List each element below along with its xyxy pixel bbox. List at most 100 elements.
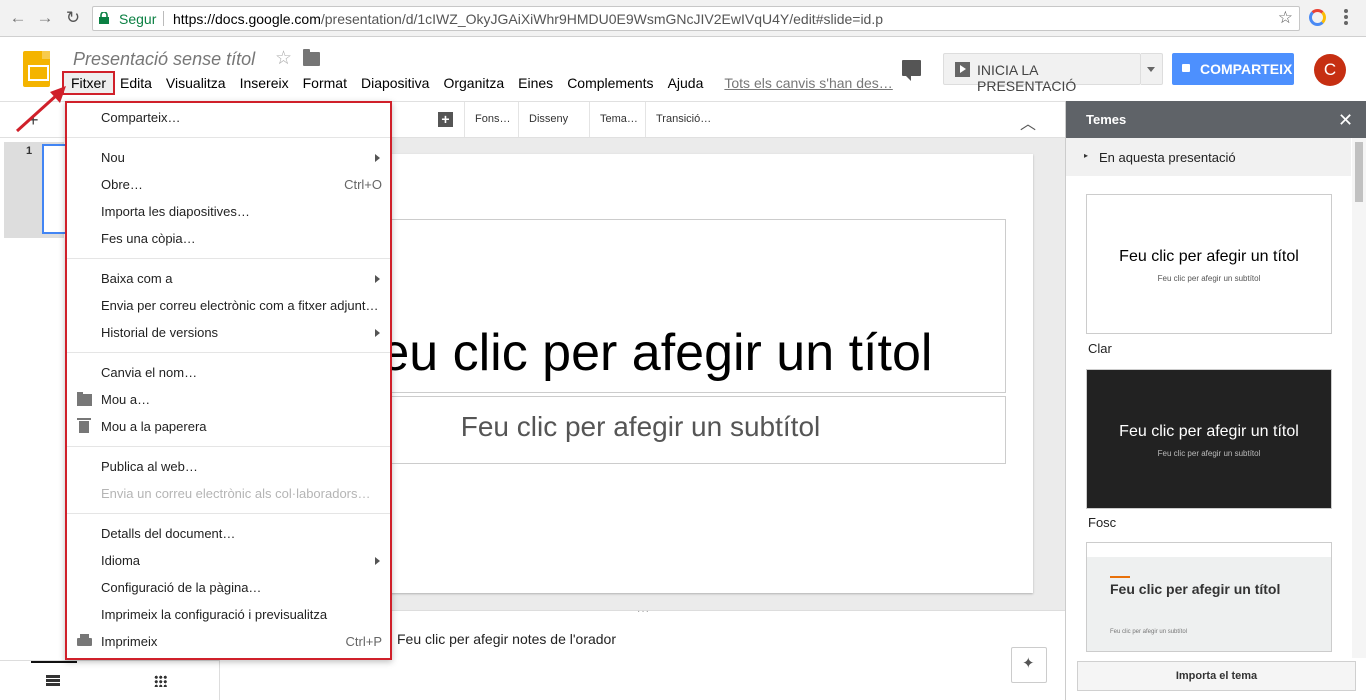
share-button[interactable]: COMPARTEIX [1172, 53, 1294, 85]
folder-icon [77, 392, 92, 406]
menu-item-open[interactable]: Obre… Ctrl+O [67, 174, 390, 196]
grid-view-icon[interactable] [154, 675, 167, 687]
theme-card-dark[interactable]: Feu clic per afegir un títol Feu clic pe… [1086, 369, 1332, 509]
star-icon[interactable]: ☆ [275, 47, 292, 70]
themes-section-header[interactable]: ▸ En aquesta presentació [1066, 138, 1351, 176]
menu-separator [67, 258, 390, 259]
menu-item-page-setup[interactable]: Configuració de la pàgina… [67, 577, 390, 599]
secure-label: Segur [119, 11, 157, 27]
browser-toolbar: ← → ↻ Segur https://docs.google.com/pres… [0, 0, 1366, 37]
menu-item-email-attachment[interactable]: Envia per correu electrònic com a fitxer… [67, 295, 390, 317]
menu-item-label: Publica al web… [101, 459, 198, 474]
menu-item-move-to-trash[interactable]: Mou a la paperera [67, 416, 390, 438]
comments-icon[interactable] [902, 60, 921, 81]
file-menu: Comparteix… Nou Obre… Ctrl+O Importa les … [65, 101, 392, 660]
menubar: Fitxer Edita Visualitza Insereix Format Diapo… [62, 71, 893, 95]
menu-item-make-copy[interactable]: Fes una còpia… [67, 228, 390, 250]
menu-item-share[interactable]: Comparteix… [67, 107, 390, 129]
bookmark-star-icon[interactable]: ☆ [1278, 8, 1293, 28]
menu-item-label: Envia per correu electrònic com a fitxer… [101, 298, 379, 313]
collapse-toolbar-icon[interactable]: ︿ [1020, 110, 1036, 134]
app-header: Presentació sense títol ☆ Fitxer Edita Vis… [0, 37, 1366, 101]
menu-addons[interactable]: Complements [560, 73, 660, 93]
import-theme-button[interactable]: Importa el tema [1077, 661, 1356, 691]
browser-menu-icon[interactable] [1343, 8, 1349, 28]
theme-card-subtitle: Feu clic per afegir un subtítol [1157, 449, 1261, 458]
back-icon[interactable]: ← [8, 8, 28, 28]
menu-separator [67, 513, 390, 514]
slide-number: 1 [26, 145, 33, 157]
add-comment-icon[interactable]: + [438, 112, 453, 127]
present-dropdown-icon[interactable] [1141, 53, 1163, 85]
themes-header: Temes ✕ [1066, 101, 1366, 138]
menu-item-version-history[interactable]: Historial de versions [67, 322, 390, 344]
view-toggles [0, 660, 220, 700]
address-bar[interactable]: Segur https://docs.google.com/presentati… [92, 6, 1300, 31]
triangle-right-icon: ▸ [1084, 151, 1089, 160]
menu-item-label: Comparteix… [101, 110, 181, 125]
menu-item-label: Obre… [101, 177, 143, 192]
menu-edit[interactable]: Edita [113, 73, 159, 93]
menu-item-publish-web[interactable]: Publica al web… [67, 456, 390, 478]
explore-icon[interactable] [1011, 647, 1047, 683]
printer-icon [77, 634, 92, 646]
theme-button[interactable]: Tema… [589, 102, 648, 137]
resize-grip-icon[interactable]: ··· [637, 606, 650, 617]
menu-slide[interactable]: Diapositiva [354, 73, 436, 93]
url-text[interactable]: https://docs.google.com/presentation/d/1… [173, 11, 883, 27]
scrollbar[interactable] [1352, 138, 1366, 658]
themes-panel: Temes ✕ ▸ En aquesta presentació Feu cli… [1065, 101, 1366, 700]
slides-logo-icon[interactable] [23, 51, 50, 87]
background-button[interactable]: Fons… [464, 102, 520, 137]
menu-item-label: Detalls del document… [101, 526, 236, 541]
themes-section-label: En aquesta presentació [1099, 150, 1236, 165]
menu-item-print-settings[interactable]: Imprimeix la configuració i previsualitz… [67, 604, 390, 626]
share-label: COMPARTEIX [1200, 61, 1293, 77]
theme-card-light[interactable]: Feu clic per afegir un títol Feu clic pe… [1086, 194, 1332, 334]
menu-insert[interactable]: Insereix [233, 73, 296, 93]
document-title[interactable]: Presentació sense títol [73, 49, 255, 70]
theme-card-title: Feu clic per afegir un títol [1119, 423, 1299, 440]
theme-card-header-strip [1087, 543, 1331, 557]
transition-button[interactable]: Transició… [645, 102, 721, 137]
menu-item-label: Nou [101, 150, 125, 165]
menu-separator [67, 446, 390, 447]
menu-item-label: Configuració de la pàgina… [101, 580, 262, 595]
menu-tools[interactable]: Eines [511, 73, 560, 93]
menu-item-move-to[interactable]: Mou a… [67, 389, 390, 411]
folder-icon[interactable] [303, 49, 320, 66]
play-icon [955, 62, 970, 77]
avatar[interactable]: C [1314, 54, 1346, 86]
reload-icon[interactable]: ↻ [63, 8, 83, 28]
menu-separator [67, 352, 390, 353]
menu-format[interactable]: Format [296, 73, 354, 93]
menu-item-label: Mou a… [101, 392, 151, 407]
save-status[interactable]: Tots els canvis s'han des… [724, 75, 892, 91]
extension-icon[interactable] [1309, 9, 1326, 26]
trash-icon [77, 418, 91, 433]
menu-item-import-slides[interactable]: Importa les diapositives… [67, 201, 390, 223]
submenu-arrow-icon [375, 154, 380, 162]
list-view-icon[interactable] [46, 675, 60, 686]
forward-icon[interactable]: → [35, 8, 55, 28]
menu-item-rename[interactable]: Canvia el nom… [67, 362, 390, 384]
theme-card-simple[interactable]: Feu clic per afegir un títol Feu clic pe… [1086, 542, 1332, 652]
present-button[interactable]: INICIA LA PRESENTACIÓ [943, 53, 1141, 94]
menu-item-language[interactable]: Idioma [67, 550, 390, 572]
submenu-arrow-icon [375, 329, 380, 337]
submenu-arrow-icon [375, 275, 380, 283]
close-icon[interactable]: ✕ [1338, 110, 1353, 131]
theme-name: Clar [1088, 341, 1112, 356]
menu-item-print[interactable]: Imprimeix Ctrl+P [67, 631, 390, 653]
layout-button[interactable]: Disseny [518, 102, 578, 137]
menu-item-label: Baixa com a [101, 271, 173, 286]
lock-icon [1182, 64, 1190, 72]
active-view-indicator [31, 661, 77, 663]
menu-item-label: Importa les diapositives… [101, 204, 250, 219]
menu-item-document-details[interactable]: Detalls del document… [67, 523, 390, 545]
menu-arrange[interactable]: Organitza [436, 73, 511, 93]
menu-view[interactable]: Visualitza [159, 73, 233, 93]
menu-item-download-as[interactable]: Baixa com a [67, 268, 390, 290]
menu-help[interactable]: Ajuda [661, 73, 711, 93]
menu-item-new[interactable]: Nou [67, 147, 390, 169]
